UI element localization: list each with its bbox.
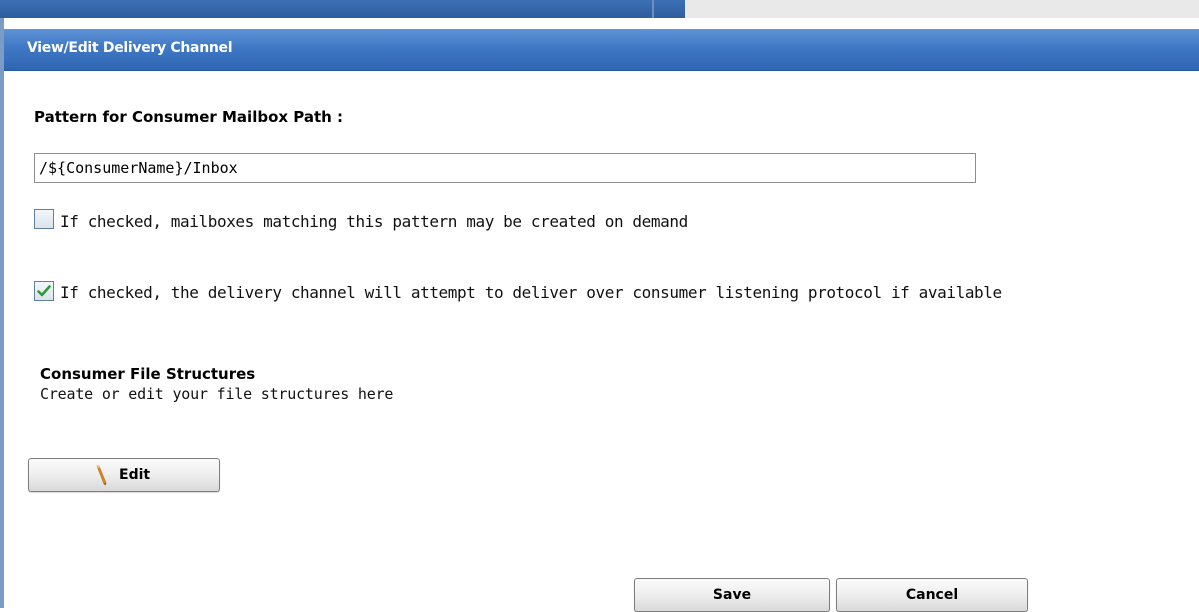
pencil-icon: [96, 465, 107, 486]
create-on-demand-label[interactable]: If checked, mailboxes matching this patt…: [60, 212, 688, 231]
background-window-strip: [0, 0, 1199, 18]
cancel-button[interactable]: Cancel: [836, 578, 1028, 612]
listening-protocol-checkbox[interactable]: [34, 281, 54, 301]
background-separator: [652, 0, 654, 18]
mailbox-path-label: Pattern for Consumer Mailbox Path :: [34, 108, 344, 126]
file-structures-heading: Consumer File Structures: [40, 365, 256, 383]
save-button-label: Save: [712, 587, 752, 603]
save-button[interactable]: Save: [634, 578, 830, 612]
listening-protocol-label[interactable]: If checked, the delivery channel will at…: [60, 283, 1002, 302]
delivery-channel-dialog: View/Edit Delivery Channel Pattern for C…: [0, 18, 1199, 612]
create-on-demand-checkbox[interactable]: [34, 209, 54, 229]
dialog-titlebar[interactable]: View/Edit Delivery Channel: [4, 29, 1199, 71]
cancel-button-label: Cancel: [905, 587, 959, 603]
mailbox-path-input[interactable]: [34, 153, 976, 183]
check-mark-icon: [37, 285, 51, 297]
dialog-title: View/Edit Delivery Channel: [27, 40, 233, 56]
edit-button-label: Edit: [119, 467, 151, 483]
background-window-header: [0, 0, 685, 18]
edit-file-structures-button[interactable]: Edit: [28, 458, 220, 492]
file-structures-description: Create or edit your file structures here: [40, 385, 394, 403]
